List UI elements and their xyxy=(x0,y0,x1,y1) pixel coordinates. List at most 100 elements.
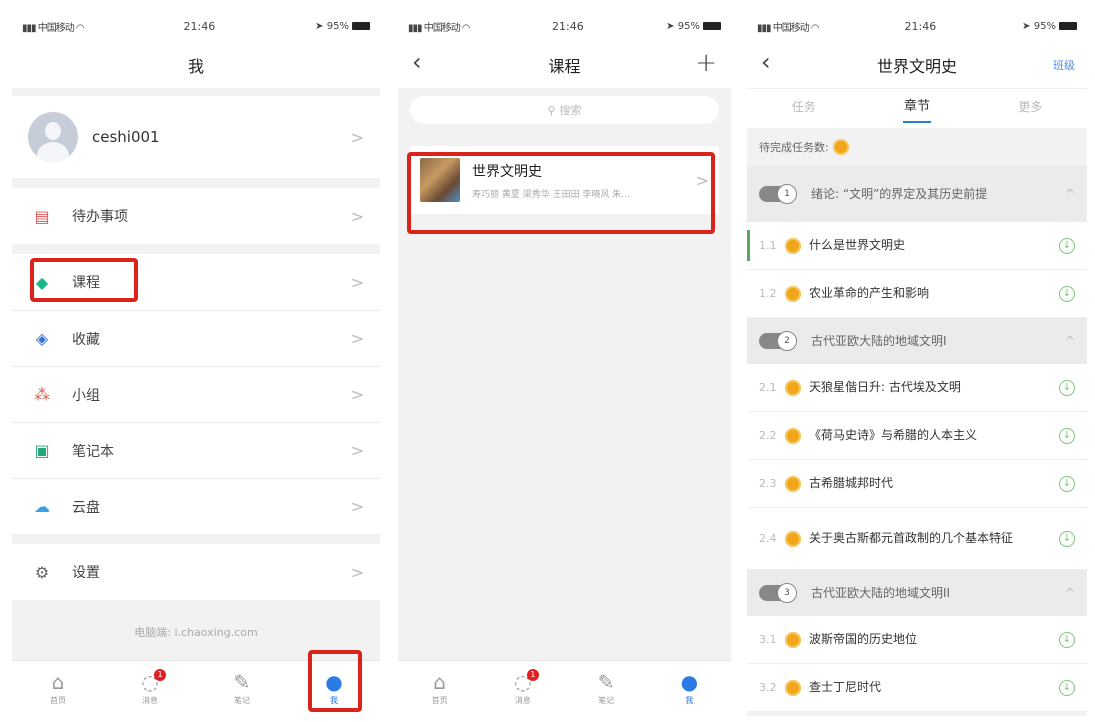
carrier-label: 中国移动 xyxy=(37,22,75,34)
chapter-toggle: 3 xyxy=(759,583,797,603)
carrier: ▮▮▮ 中国移动 ◠ xyxy=(22,19,85,34)
tab-label: 笔记 xyxy=(598,696,615,705)
download-icon[interactable]: ↓ xyxy=(1059,475,1075,492)
chevron-right-icon: > xyxy=(350,127,364,147)
menu-item-cloud[interactable]: ☁ 云盘 > xyxy=(12,478,380,534)
carrier: ▮▮▮ 中国移动 ◠ xyxy=(408,19,471,34)
tab-notes[interactable]: ✎ 笔记 xyxy=(196,661,288,716)
menu-item-favorites[interactable]: ◈ 收藏 > xyxy=(12,310,380,366)
page-title: 课程 xyxy=(548,57,581,76)
chevron-right-icon: > xyxy=(350,329,364,348)
menu-item-todo[interactable]: ▤ 待办事项 > xyxy=(12,188,380,244)
profile-row[interactable]: ceshi001 > xyxy=(12,96,380,178)
wifi-icon: ◠ xyxy=(810,22,820,34)
download-icon[interactable]: ↓ xyxy=(1059,631,1075,648)
menu-group: ▤ 待办事项 > xyxy=(12,188,380,244)
lesson-row[interactable]: 1.2 农业革命的产生和影响 ↓ xyxy=(747,270,1087,318)
chapter-title: 古代亚欧大陆的地域文明I xyxy=(811,334,947,348)
location-icon: ➤ xyxy=(315,20,324,32)
course-tabs: 任务 章节 更多 xyxy=(747,88,1087,128)
chapter-title: 绪论: “文明”的界定及其历史前提 xyxy=(811,187,988,201)
chevron-up-icon: ^ xyxy=(1064,187,1075,201)
profile-screen: ▮▮▮ 中国移动 ◠ 21:46 ➤ 95% 我 ceshi001 > ▤ 待办… xyxy=(12,10,380,716)
highlight-box xyxy=(407,152,715,234)
coin-icon xyxy=(785,530,801,547)
lesson-number: 3.1 xyxy=(759,633,777,646)
chapter-header[interactable]: 3 古代亚欧大陆的地域文明II ^ xyxy=(747,570,1087,616)
signal-icon: ▮▮▮ xyxy=(22,22,36,34)
lesson-row[interactable]: 2.2 《荷马史诗》与希腊的人本主义 ↓ xyxy=(747,412,1087,460)
lesson-row[interactable]: 1.1 什么是世界文明史 ↓ xyxy=(747,222,1087,270)
group-icon: ⁂ xyxy=(34,385,50,404)
menu-item-label: 收藏 xyxy=(72,331,100,348)
tab-tasks[interactable]: 任务 xyxy=(747,89,860,129)
tab-home[interactable]: ⌂ 首页 xyxy=(12,661,104,716)
menu-item-settings[interactable]: ⚙ 设置 > xyxy=(12,544,380,600)
chapter-toggle: 1 xyxy=(759,184,797,204)
menu-item-label: 笔记本 xyxy=(72,443,114,460)
lesson-row[interactable]: 3.2 查士丁尼时代 ↓ xyxy=(747,664,1087,712)
lesson-title: 古希腊城邦时代 xyxy=(809,476,894,490)
download-icon[interactable]: ↓ xyxy=(1059,237,1075,254)
lesson-title: 什么是世界文明史 xyxy=(809,238,906,252)
chapter-header[interactable]: 1 绪论: “文明”的界定及其历史前提 ^ xyxy=(747,166,1087,222)
download-icon[interactable]: ↓ xyxy=(1059,679,1075,696)
chevron-right-icon: > xyxy=(350,562,364,582)
nav-bar: 我 xyxy=(12,42,380,88)
class-button[interactable]: 班级 xyxy=(1053,57,1075,73)
tab-chapters[interactable]: 章节 xyxy=(860,89,973,129)
pending-tasks: 待完成任务数: xyxy=(747,128,1087,166)
page-title: 我 xyxy=(187,57,204,76)
search-input[interactable]: ⚲ 搜索 xyxy=(410,96,719,124)
home-icon: ⌂ xyxy=(51,670,65,694)
chapter-title: 古代亚欧大陆的地域文明II xyxy=(811,586,951,600)
carrier-label: 中国移动 xyxy=(423,22,461,34)
unread-badge: 1 xyxy=(154,669,166,681)
lesson-number: 3.2 xyxy=(759,681,777,694)
tab-home[interactable]: ⌂ 首页 xyxy=(398,661,481,716)
download-icon[interactable]: ↓ xyxy=(1059,530,1075,547)
back-icon[interactable]: ‹ xyxy=(761,48,771,76)
coin-icon xyxy=(785,237,801,254)
chapter-header[interactable]: 2 古代亚欧大陆的地域文明I ^ xyxy=(747,318,1087,364)
download-icon[interactable]: ↓ xyxy=(1059,379,1075,396)
search-placeholder: 搜索 xyxy=(559,104,582,117)
back-icon[interactable]: ‹ xyxy=(412,48,422,76)
battery: ➤ 95% xyxy=(315,21,370,32)
tab-label: 消息 xyxy=(514,696,531,705)
chapter-number: 3 xyxy=(777,583,797,603)
battery-label: 95% xyxy=(1033,20,1056,32)
download-icon[interactable]: ↓ xyxy=(1059,285,1075,302)
lesson-title: 查士丁尼时代 xyxy=(809,680,882,694)
coin-icon xyxy=(785,427,801,444)
lesson-title: 关于奥古斯都元首政制的几个基本特征 xyxy=(809,531,1014,545)
menu-item-groups[interactable]: ⁂ 小组 > xyxy=(12,366,380,422)
lesson-row[interactable]: 2.4 关于奥古斯都元首政制的几个基本特征 ↓ xyxy=(747,508,1087,570)
tab-messages[interactable]: ◌ 1 消息 xyxy=(104,661,196,716)
download-icon[interactable]: ↓ xyxy=(1059,427,1075,444)
battery: ➤ 95% xyxy=(666,21,721,32)
signal-icon: ▮▮▮ xyxy=(757,22,771,34)
coin-icon xyxy=(832,139,849,155)
tab-more[interactable]: 更多 xyxy=(974,89,1087,129)
carrier-label: 中国移动 xyxy=(772,22,810,34)
page-title: 世界文明史 xyxy=(876,57,957,76)
lesson-row[interactable]: 3.1 波斯帝国的历史地位 ↓ xyxy=(747,616,1087,664)
lesson-title: 波斯帝国的历史地位 xyxy=(809,632,918,646)
tab-notes[interactable]: ✎ 笔记 xyxy=(565,661,648,716)
clock: 21:46 xyxy=(183,19,216,33)
tab-me[interactable]: ● 我 xyxy=(648,661,731,716)
nav-bar: ‹ 课程 + xyxy=(398,42,731,88)
add-icon[interactable]: + xyxy=(695,48,717,78)
chevron-right-icon: > xyxy=(350,206,364,226)
location-icon: ➤ xyxy=(1022,20,1031,32)
tab-messages[interactable]: ◌ 1 消息 xyxy=(481,661,564,716)
note-icon: ✎ xyxy=(233,670,251,694)
tab-label: 笔记 xyxy=(234,696,250,705)
menu-item-notebook[interactable]: ▣ 笔记本 > xyxy=(12,422,380,478)
lesson-row[interactable]: 2.1 天狼星偕日升: 古代埃及文明 ↓ xyxy=(747,364,1087,412)
courses-screen: ▮▮▮ 中国移动 ◠ 21:46 ➤ 95% ‹ 课程 + ⚲ 搜索 世界文明史… xyxy=(398,10,731,716)
highlight-box xyxy=(308,650,362,712)
battery-icon xyxy=(702,21,721,30)
lesson-row[interactable]: 2.3 古希腊城邦时代 ↓ xyxy=(747,460,1087,508)
